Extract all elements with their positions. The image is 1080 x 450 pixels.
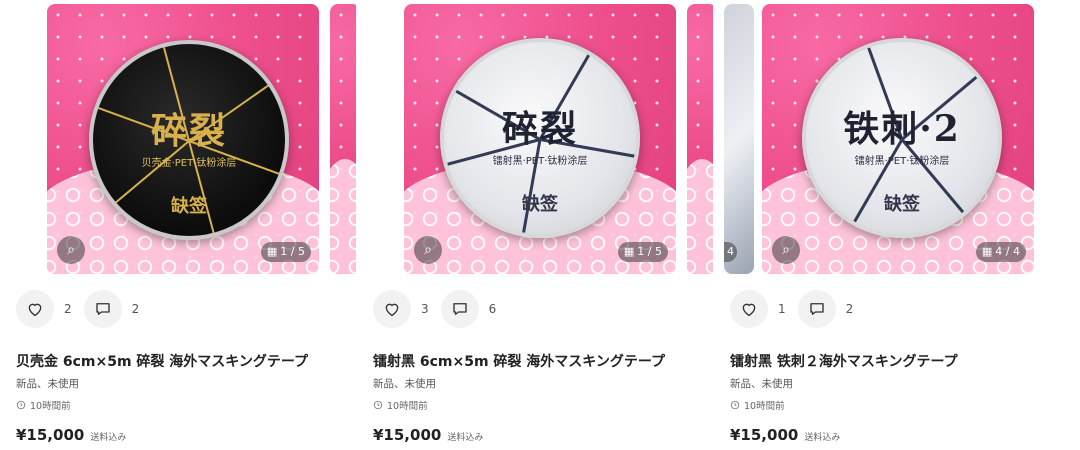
clock-icon	[373, 400, 383, 410]
tape-brand: 缺签	[884, 194, 920, 215]
comment-button[interactable]	[797, 290, 836, 328]
listing-price: ¥15,000 送料込み	[373, 426, 483, 444]
image-counter: ▦ 1 / 5	[260, 242, 311, 262]
image-search-icon[interactable]: ⌕	[772, 236, 800, 264]
like-button[interactable]	[16, 290, 54, 328]
clock-icon	[16, 400, 26, 410]
heart-icon	[28, 303, 42, 317]
clock-icon	[730, 400, 740, 410]
listing-title[interactable]: 贝壳金 6cm×5m 碎裂 海外マスキングテープ	[16, 351, 308, 371]
grid-icon: ▦	[623, 245, 635, 258]
product-photo[interactable]: 碎裂 镭射黑·PET·钛粉涂层 缺签 ⌕ ▦ 1 / 5	[404, 4, 676, 274]
tape-roll: 碎裂 贝壳金·PET·钛粉涂层 缺签	[89, 40, 289, 240]
product-photo[interactable]: 铁刺·2 镭射黑·PET·钛粉涂层 缺签 ⌕ ▦ 4 / 4	[762, 4, 1034, 274]
tape-brand: 缺签	[171, 196, 207, 217]
tape-title: 碎裂	[150, 110, 227, 152]
image-carousel[interactable]: 4 铁刺·2 镭射黑·PET·钛粉涂层 缺签 ⌕ ▦ 4 / 4	[714, 0, 1070, 280]
price-value: ¥15,000	[16, 426, 85, 444]
shipping-label: 送料込み	[447, 433, 484, 443]
shipping-label: 送料込み	[90, 433, 127, 443]
image-counter: 4	[724, 242, 737, 262]
previous-photo-peek[interactable]: 4	[724, 4, 754, 274]
action-row: 1 2	[730, 290, 865, 328]
like-button[interactable]	[373, 290, 411, 328]
image-carousel[interactable]: 碎裂 镭射黑·PET·钛粉涂层 缺签 ⌕ ▦ 1 / 5	[357, 0, 713, 280]
comment-button[interactable]	[83, 290, 122, 328]
heart-icon	[385, 303, 399, 317]
listing-card[interactable]: 4 铁刺·2 镭射黑·PET·钛粉涂层 缺签 ⌕ ▦ 4 / 4 1 2 镭射黑…	[714, 0, 1070, 450]
like-count: 1	[778, 302, 786, 316]
price-value: ¥15,000	[373, 426, 442, 444]
listing-title[interactable]: 镭射黑 6cm×5m 碎裂 海外マスキングテープ	[373, 351, 665, 371]
comment-icon	[809, 303, 824, 315]
tape-roll: 碎裂 镭射黑·PET·钛粉涂层 缺签	[440, 38, 640, 238]
listing-card[interactable]: 碎裂 镭射黑·PET·钛粉涂层 缺签 ⌕ ▦ 1 / 5 3 6 镭射黑 6cm…	[357, 0, 713, 450]
listing-time: 10時間前	[16, 398, 71, 412]
listing-price: ¥15,000 送料込み	[16, 426, 126, 444]
listing-time: 10時間前	[730, 398, 785, 412]
listing-price: ¥15,000 送料込み	[730, 426, 840, 444]
tape-subtitle: 贝壳金·PET·钛粉涂层	[141, 158, 237, 169]
tape-subtitle: 镭射黑·PET·钛粉涂层	[854, 156, 950, 167]
next-photo-peek[interactable]	[687, 4, 713, 274]
listing-title[interactable]: 镭射黑 铁刺２海外マスキングテープ	[730, 351, 958, 371]
grid-icon: ▦	[266, 245, 278, 258]
action-row: 3 6	[373, 290, 508, 328]
comment-count: 6	[488, 302, 497, 316]
image-carousel[interactable]: 碎裂 贝壳金·PET·钛粉涂层 缺签 ⌕ ▦ 1 / 5	[0, 0, 356, 280]
listing-condition: 新品、未使用	[16, 378, 79, 390]
comment-count: 2	[845, 302, 854, 316]
next-photo-peek[interactable]	[330, 4, 356, 274]
tape-brand: 缺签	[522, 194, 558, 215]
listing-condition: 新品、未使用	[373, 378, 436, 390]
like-count: 2	[64, 302, 72, 316]
heart-icon	[742, 303, 756, 317]
tape-title: 铁刺·2	[843, 108, 961, 150]
tape-title: 碎裂	[501, 108, 578, 150]
image-search-icon[interactable]: ⌕	[57, 236, 85, 264]
comment-icon	[95, 303, 110, 315]
tape-roll: 铁刺·2 镭射黑·PET·钛粉涂层 缺签	[802, 38, 1002, 238]
listing-time: 10時間前	[373, 398, 428, 412]
listing-card[interactable]: 碎裂 贝壳金·PET·钛粉涂层 缺签 ⌕ ▦ 1 / 5 2 2 贝壳金 6cm…	[0, 0, 356, 450]
grid-icon: ▦	[981, 245, 993, 258]
action-row: 2 2	[16, 290, 151, 328]
price-value: ¥15,000	[730, 426, 799, 444]
product-photo[interactable]: 碎裂 贝壳金·PET·钛粉涂层 缺签 ⌕ ▦ 1 / 5	[47, 4, 319, 274]
comment-icon	[452, 303, 467, 315]
image-counter: ▦ 1 / 5	[617, 242, 668, 262]
comment-count: 2	[131, 302, 140, 316]
like-count: 3	[421, 302, 429, 316]
tape-subtitle: 镭射黑·PET·钛粉涂层	[492, 156, 588, 167]
listing-condition: 新品、未使用	[730, 378, 793, 390]
image-counter: ▦ 4 / 4	[975, 242, 1026, 262]
shipping-label: 送料込み	[804, 433, 841, 443]
comment-button[interactable]	[440, 290, 479, 328]
like-button[interactable]	[730, 290, 768, 328]
image-search-icon[interactable]: ⌕	[414, 236, 442, 264]
